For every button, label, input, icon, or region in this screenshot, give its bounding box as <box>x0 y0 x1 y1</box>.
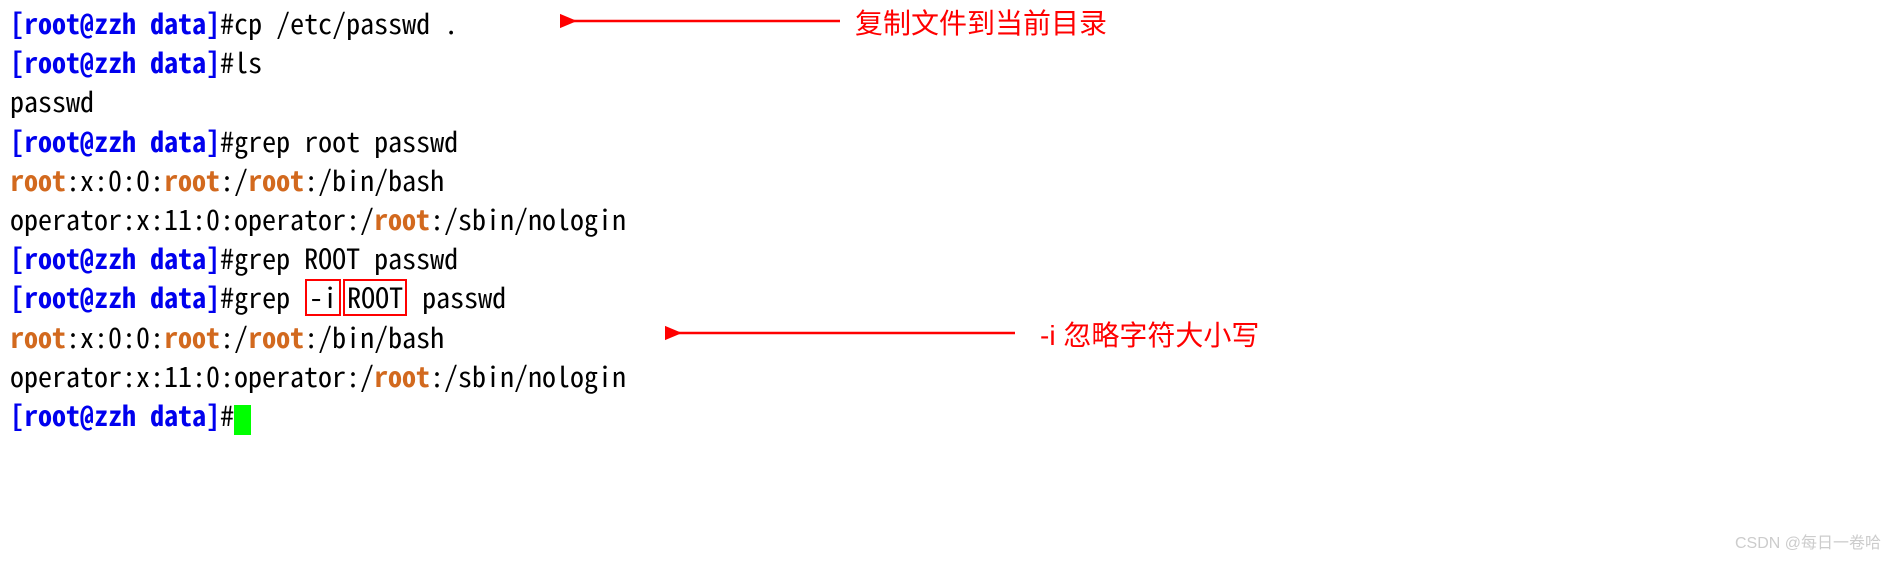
grep-output-1a: root:x:0:0:root:/root:/bin/bash <box>10 161 1883 200</box>
terminal-output-ls: passwd <box>10 82 1883 121</box>
prompt-hash: # <box>220 3 234 43</box>
cursor-block[interactable] <box>234 405 251 435</box>
command-grep-ROOT: grep ROOT passwd <box>234 238 458 278</box>
command-ls: ls <box>234 42 262 82</box>
watermark-text: CSDN @每日一卷哈 <box>1735 533 1881 555</box>
grep-output-1b: operator:x:11:0:operator:/root:/sbin/nol… <box>10 200 1883 239</box>
grep-output-2a: root:x:0:0:root:/root:/bin/bash <box>10 318 1883 357</box>
prompt-space <box>136 3 150 43</box>
prompt-close: ] <box>206 3 220 43</box>
terminal-line-3: [root@zzh data]#grep root passwd <box>10 122 1883 161</box>
prompt-at: @ <box>80 3 94 43</box>
prompt-open: [ <box>10 3 24 43</box>
command-cp: cp /etc/passwd . <box>234 3 458 43</box>
prompt-user: root <box>24 3 80 43</box>
terminal-line-4: [root@zzh data]#grep ROOT passwd <box>10 239 1883 278</box>
grep-output-2b: operator:x:11:0:operator:/root:/sbin/nol… <box>10 357 1883 396</box>
ls-output: passwd <box>10 81 94 121</box>
prompt-host: zzh <box>94 3 136 43</box>
command-grep-root: grep root passwd <box>234 121 458 161</box>
terminal-line-6: [root@zzh data]# <box>10 396 1883 435</box>
prompt-path: data <box>150 3 206 43</box>
annotation-ignore-case: -i 忽略字符大小写 <box>1040 316 1259 355</box>
grep-arg-ROOT-box: ROOT <box>343 279 407 315</box>
terminal-line-2: [root@zzh data]#ls <box>10 43 1883 82</box>
annotation-copy-file: 复制文件到当前目录 <box>855 4 1107 43</box>
grep-flag-i-box: -i <box>305 279 341 315</box>
terminal-line-5: [root@zzh data]#grep -iROOT passwd <box>10 278 1883 317</box>
